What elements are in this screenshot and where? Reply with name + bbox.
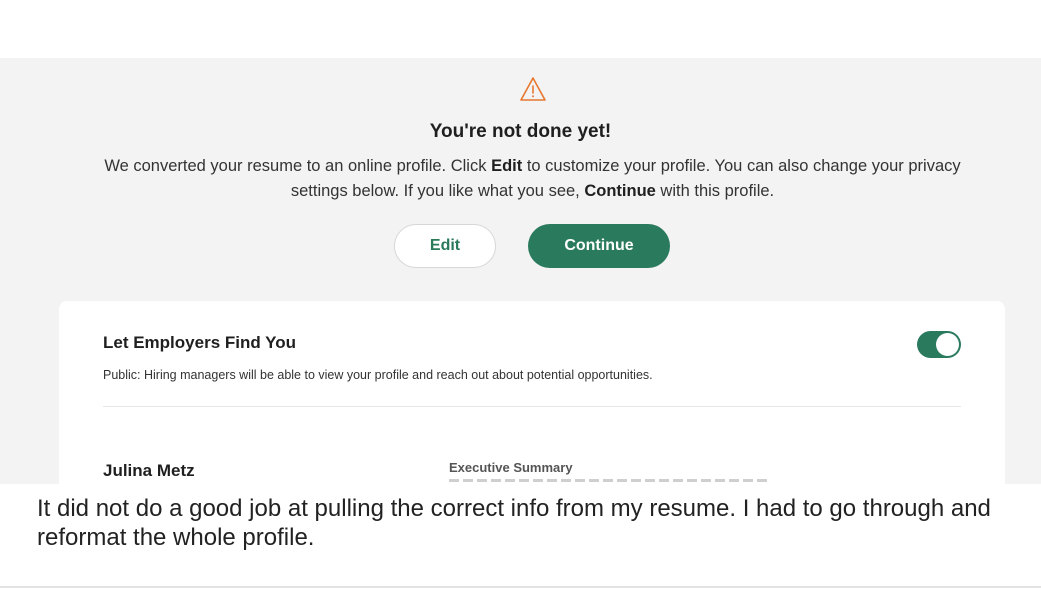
edit-button[interactable]: Edit (394, 224, 496, 268)
review-text: It did not do a good job at pulling the … (37, 495, 991, 551)
visibility-subtitle: Public: Hiring managers will be able to … (103, 368, 653, 382)
bottom-divider (0, 586, 1041, 588)
continue-button[interactable]: Continue (528, 224, 670, 268)
divider (103, 406, 961, 407)
banner-description: We converted your resume to an online pr… (80, 154, 985, 204)
visibility-title: Let Employers Find You (103, 333, 297, 352)
desc-edit-emphasis: Edit (491, 157, 523, 175)
top-strip (0, 0, 1041, 58)
banner-title: You're not done yet! (429, 121, 612, 142)
profile-name: Julina Metz (103, 461, 195, 480)
profile-card: Let Employers Find You Public: Hiring ma… (59, 301, 1005, 484)
let-employers-find-you-toggle[interactable] (917, 331, 961, 358)
desc-part-3: with this profile. (655, 182, 775, 200)
profile-panel: You're not done yet! We converted your r… (0, 58, 1041, 484)
executive-summary-label: Executive Summary (449, 460, 573, 475)
warning-triangle-icon (520, 77, 546, 101)
toggle-knob (936, 333, 959, 356)
summary-text-cutoff (449, 479, 769, 482)
desc-part-1: We converted your resume to an online pr… (104, 157, 492, 175)
desc-continue-emphasis: Continue (584, 182, 656, 200)
